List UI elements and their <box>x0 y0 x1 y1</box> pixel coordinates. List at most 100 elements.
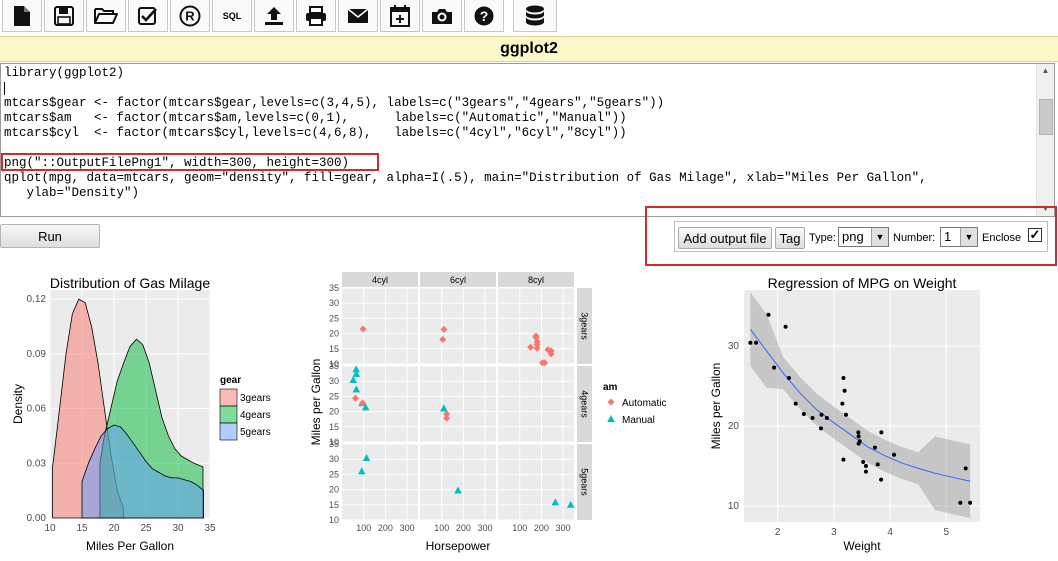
print-button[interactable] <box>296 0 336 32</box>
x-tick-label: 100 <box>356 523 371 533</box>
data-point <box>872 445 877 450</box>
new-file-button[interactable] <box>2 0 42 32</box>
data-point <box>857 439 862 444</box>
data-point <box>801 412 806 416</box>
legend-label: 3gears <box>240 393 271 404</box>
output-panel: Add output file Tag Type: png ▼ Number: … <box>674 221 1048 252</box>
data-point <box>841 376 846 380</box>
regression-plot: 2 3 4 5 10 20 30 Regression of MPG on Weight Wei… <box>700 268 1058 558</box>
x-tick-label: 200 <box>534 523 549 533</box>
code-editor[interactable]: library(ggplot2) mtcars$gear <- factor(m… <box>0 63 1055 217</box>
legend-label: Manual <box>622 415 655 426</box>
add-output-file-button[interactable]: Add output file <box>678 227 772 249</box>
legend-label: 5gears <box>240 427 271 438</box>
data-point <box>810 416 815 420</box>
tag-button[interactable]: Tag <box>775 227 805 249</box>
facet-label: 3gears <box>580 312 590 340</box>
data-point <box>843 412 848 417</box>
editor-scrollbar[interactable]: ▲ ▼ <box>1036 64 1054 216</box>
camera-button[interactable] <box>422 0 462 32</box>
registered-button[interactable]: R <box>170 0 210 32</box>
type-label: Type: <box>809 232 836 244</box>
panel-background <box>342 288 418 364</box>
data-point <box>754 340 759 345</box>
number-label: Number: <box>893 232 936 244</box>
y-tick-label: 15 <box>329 344 339 354</box>
facet-scatter-plot: 4cyl 6cyl 8cyl 3gears 4gears 5gears 100 200 300 1… <box>300 268 690 558</box>
scrollbar-thumb[interactable] <box>1039 99 1053 135</box>
enclose-checkbox[interactable]: ✓ <box>1028 228 1042 242</box>
y-axis-label: Miles per Gallon <box>309 359 323 446</box>
page-title: ggplot2 <box>0 36 1058 62</box>
facet-label: 6cyl <box>450 275 466 285</box>
data-point <box>958 500 963 505</box>
chart-title: Distribution of Gas Milage <box>50 275 211 291</box>
data-point <box>818 426 823 431</box>
panel-background <box>420 288 496 364</box>
sql-button[interactable]: SQL <box>212 0 252 32</box>
data-point <box>856 430 861 435</box>
new-file-icon <box>14 5 30 26</box>
y-tick-label: 0.06 <box>27 404 47 415</box>
legend-title: am <box>603 382 618 393</box>
type-select[interactable]: png ▼ <box>838 227 889 247</box>
code-text[interactable]: library(ggplot2) mtcars$gear <- factor(m… <box>4 66 927 201</box>
panel-background <box>420 366 496 442</box>
data-point <box>892 452 897 457</box>
toolbar: R SQL ? <box>0 0 1058 34</box>
highlight-png-line <box>1 153 379 171</box>
y-tick-label: 15 <box>329 500 339 510</box>
legend-label: 4gears <box>240 410 271 421</box>
y-axis-label: Miles per Gallon <box>709 363 723 450</box>
data-point <box>856 434 861 439</box>
calendar-add-button[interactable] <box>380 0 420 32</box>
run-button[interactable]: Run <box>0 224 100 248</box>
legend-key <box>219 422 238 441</box>
open-button[interactable] <box>86 0 126 32</box>
upload-button[interactable] <box>254 0 294 32</box>
number-select[interactable]: 1 ▼ <box>940 227 978 247</box>
text-cursor <box>4 82 5 95</box>
camera-icon <box>432 8 452 24</box>
y-tick-label: 20 <box>329 407 339 417</box>
svg-text:?: ? <box>480 8 489 24</box>
chevron-down-icon: ▼ <box>960 228 977 246</box>
data-point <box>842 388 847 393</box>
x-axis-label: Horsepower <box>426 539 491 553</box>
y-tick-label: 25 <box>329 391 339 401</box>
data-point <box>824 416 829 420</box>
data-point <box>879 430 884 435</box>
y-tick-label: 35 <box>329 361 339 371</box>
x-tick-label: 35 <box>204 523 216 534</box>
data-point <box>793 401 798 406</box>
chart-title: Regression of MPG on Weight <box>768 275 957 291</box>
data-point <box>840 401 845 406</box>
legend-title: gear <box>220 375 241 386</box>
enclose-label: Enclose <box>982 232 1022 244</box>
y-tick-label: 30 <box>329 298 339 308</box>
facet-label: 8cyl <box>528 275 544 285</box>
database-button[interactable] <box>513 0 557 32</box>
facet-plot-svg: 4cyl 6cyl 8cyl 3gears 4gears 5gears 100 200 300 1… <box>309 272 666 553</box>
x-tick-label: 15 <box>76 523 88 534</box>
x-tick-label: 10 <box>44 523 56 534</box>
y-tick-label: 20 <box>329 329 339 339</box>
data-point <box>841 457 846 462</box>
legend-key <box>607 415 615 422</box>
data-point <box>863 469 868 474</box>
scroll-up-icon[interactable]: ▲ <box>1040 66 1051 76</box>
x-tick-label: 4 <box>887 527 893 538</box>
data-point <box>748 340 753 345</box>
x-tick-label: 30 <box>172 523 184 534</box>
panel-background <box>498 288 574 364</box>
density-plot: 10 15 20 25 30 35 0.00 0.03 0.06 0.09 0.12 Distribu… <box>0 268 290 558</box>
help-button[interactable]: ? <box>464 0 504 32</box>
y-tick-label: 30 <box>728 341 740 352</box>
database-icon <box>526 5 544 25</box>
email-button[interactable] <box>338 0 378 32</box>
data-point <box>875 462 880 467</box>
save-button[interactable] <box>44 0 84 32</box>
check-button[interactable] <box>128 0 168 32</box>
x-tick-label: 100 <box>434 523 449 533</box>
x-tick-label: 200 <box>378 523 393 533</box>
